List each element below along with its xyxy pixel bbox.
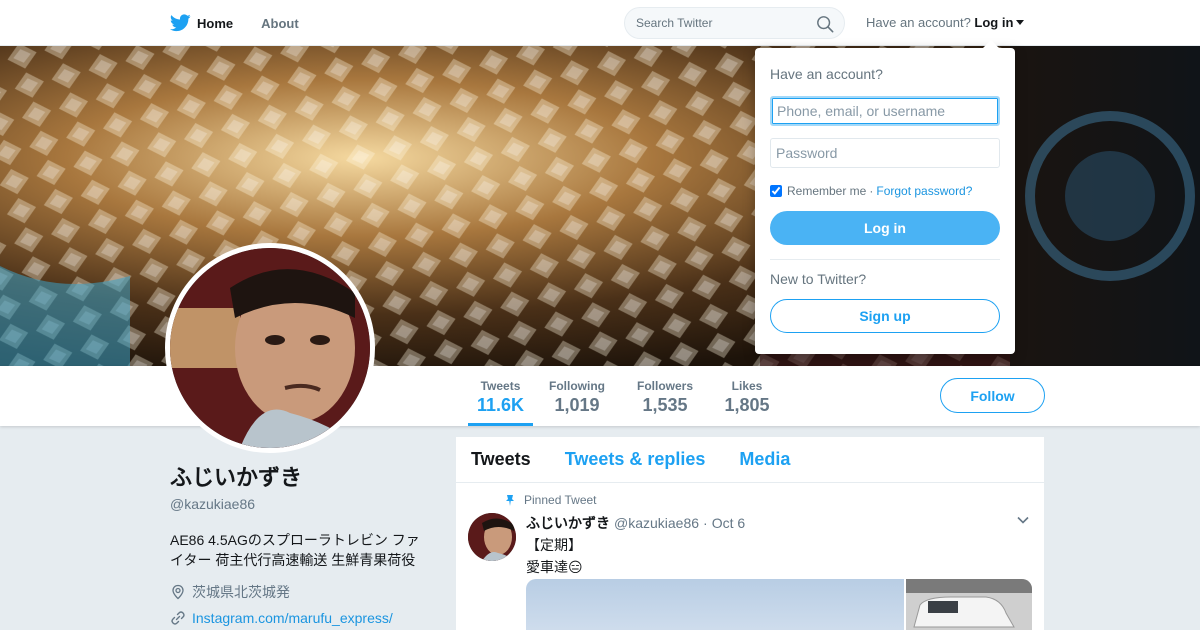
tweet-media[interactable]: [526, 579, 1032, 630]
tweet-author-name[interactable]: ふじいかずき: [526, 513, 610, 533]
remember-row: Remember me · Forgot password?: [770, 184, 1000, 198]
caret-down-icon: [1016, 20, 1025, 25]
account-login-toggle[interactable]: Have an account? Log in: [866, 15, 1025, 30]
profile-avatar[interactable]: [165, 243, 375, 453]
stat-tweets[interactable]: Tweets 11.6K: [468, 366, 533, 426]
top-navigation-bar: Home About Have an account? Log in: [0, 0, 1200, 46]
tweet-header: ふじいかずき @kazukiae86 · Oct 6: [526, 513, 1032, 533]
tweet-avatar[interactable]: [468, 513, 516, 561]
tab-media[interactable]: Media: [739, 449, 790, 470]
pinned-indicator: Pinned Tweet: [504, 493, 1010, 507]
login-dropdown-title: Have an account?: [770, 66, 883, 82]
stat-following[interactable]: Following 1,019: [546, 366, 608, 426]
login-button[interactable]: Log in: [770, 211, 1000, 245]
remember-me-label[interactable]: Remember me: [787, 184, 866, 198]
car-image: [906, 579, 1032, 630]
tweet-media-image-1[interactable]: [526, 579, 904, 630]
nav-left-group: Home About: [170, 0, 299, 46]
account-prompt: Have an account?: [866, 15, 971, 30]
password-field[interactable]: [770, 138, 1000, 168]
tweet-author-handle[interactable]: @kazukiae86: [614, 515, 699, 531]
stat-followers-value: 1,535: [642, 395, 688, 415]
tweet-media-image-2[interactable]: [906, 579, 1032, 630]
timeline: Tweets Tweets & replies Media Pinned Twe…: [456, 437, 1044, 630]
dropdown-divider: [770, 259, 1000, 260]
nav-about-label: About: [261, 15, 299, 31]
login-toggle-label[interactable]: Log in: [974, 15, 1013, 30]
profile-bio: AE86 4.5AGのスプローラトレビン ファイター 荷主代行高速輸送 生鮮青果…: [170, 532, 420, 568]
pinned-tweet[interactable]: Pinned Tweet ふじいかずき @kazukiae86 · Oct 6 …: [456, 483, 1044, 577]
pinned-label: Pinned Tweet: [524, 493, 597, 507]
avatar-image: [170, 248, 370, 448]
search-icon[interactable]: [816, 15, 834, 33]
nav-home-label: Home: [197, 15, 234, 31]
profile-website[interactable]: Instagram.com/marufu_express/: [170, 610, 430, 626]
tab-tweets-replies[interactable]: Tweets & replies: [565, 449, 706, 470]
pin-icon: [506, 495, 514, 506]
new-to-twitter-label: New to Twitter?: [770, 271, 867, 287]
follow-button[interactable]: Follow: [940, 378, 1045, 413]
stat-followers[interactable]: Followers 1,535: [634, 366, 696, 426]
stat-followers-label: Followers: [636, 379, 693, 393]
remember-separator: ·: [869, 184, 874, 198]
tweet-text-line-2: 愛車達😑: [526, 559, 583, 575]
profile-handle: @kazukiae86: [170, 496, 256, 512]
profile-location-text: 茨城県北茨城発: [192, 584, 290, 600]
search-input[interactable]: [636, 16, 806, 30]
tab-tweets[interactable]: Tweets: [471, 449, 531, 470]
twitter-bird-icon: [170, 14, 191, 32]
profile-display-name: ふじいかずき: [170, 465, 303, 490]
location-pin-icon: [172, 584, 184, 600]
remember-me-checkbox[interactable]: [770, 185, 782, 197]
tweet-text-line-1: 【定期】: [526, 537, 582, 553]
chevron-down-icon[interactable]: [1016, 513, 1030, 527]
signup-button[interactable]: Sign up: [770, 299, 1000, 333]
stat-likes-label: Likes: [731, 379, 763, 393]
profile-info: ふじいかずき @kazukiae86 AE86 4.5AGのスプローラトレビン …: [170, 460, 430, 626]
stat-likes[interactable]: Likes 1,805: [722, 366, 772, 426]
tweet-avatar-image: [468, 513, 516, 561]
username-field[interactable]: [770, 96, 1000, 126]
profile-location: 茨城県北茨城発: [170, 582, 430, 602]
nav-about[interactable]: About: [261, 16, 299, 31]
tweet-date[interactable]: Oct 6: [712, 515, 745, 531]
stat-following-label: Following: [549, 379, 605, 393]
search-box: [624, 7, 845, 39]
link-icon: [171, 611, 185, 625]
stat-tweets-value: 11.6K: [476, 395, 525, 415]
stat-following-value: 1,019: [554, 395, 600, 415]
stat-likes-value: 1,805: [724, 395, 770, 415]
profile-website-link[interactable]: Instagram.com/marufu_express/: [192, 610, 393, 626]
nav-home[interactable]: Home: [170, 14, 233, 32]
forgot-password-link[interactable]: Forgot password?: [876, 184, 972, 198]
login-dropdown: Have an account? Remember me · Forgot pa…: [755, 40, 1015, 354]
tweet-separator: ·: [703, 515, 708, 531]
timeline-tabs: Tweets Tweets & replies Media: [456, 437, 1044, 483]
stat-tweets-label: Tweets: [480, 379, 521, 393]
